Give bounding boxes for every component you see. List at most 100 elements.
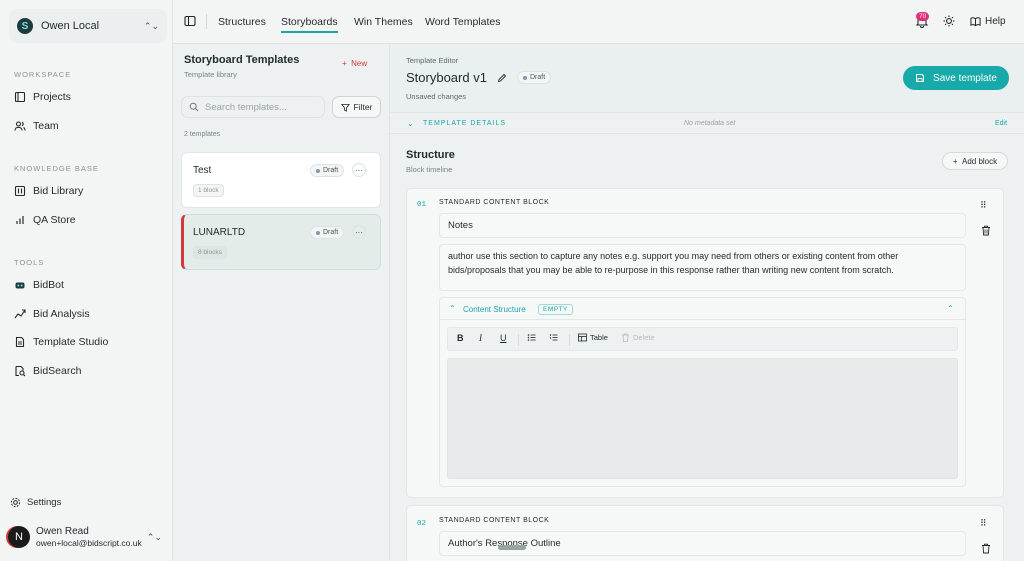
help-button[interactable]: Help [970,16,1006,27]
table-button[interactable]: Table [578,333,608,342]
section-label-knowledge-base: KNOWLEDGE BASE [14,164,99,173]
bullet-list-icon [527,334,536,341]
avatar: N [8,526,30,548]
block-title-field[interactable]: Notes [439,213,966,238]
sidebar-item-label: BidBot [33,279,64,291]
sidebar-item-bidbot[interactable]: BidBot [14,276,64,294]
add-block-button[interactable]: + Add block [942,152,1008,170]
trash-icon[interactable] [981,225,991,236]
rich-text-editor-area[interactable] [447,358,958,479]
filter-button[interactable]: Filter [332,96,381,118]
sidebar-item-bid-library[interactable]: Bid Library [14,182,83,200]
toolbar-divider [518,334,519,346]
search-input[interactable] [205,101,315,113]
drag-handle-icon[interactable]: ⠿ [980,518,988,528]
plus-icon: + [952,156,958,166]
trash-icon[interactable] [981,543,991,554]
notification-badge: 70 [916,12,930,21]
block-description-field[interactable]: author use this section to capture any n… [439,244,966,291]
users-icon [14,120,26,132]
drag-handle-icon[interactable]: ⠿ [980,200,988,210]
sidebar-item-label: Template Studio [33,336,109,348]
details-meta: No metadata set [684,120,736,127]
status-badge: Draft [517,71,552,84]
numbered-list-button[interactable] [549,333,561,342]
filter-icon [340,103,350,112]
block-count: 8 blocks [193,246,227,259]
delete-table-button[interactable]: Delete [621,333,655,342]
block-type: STANDARD CONTENT BLOCK [439,199,550,206]
sidebar: S Owen Local ⌃⌄ WORKSPACE Projects Team … [0,0,173,561]
filter-label: Filter [353,102,373,112]
block-title-field[interactable]: Author's Response Outline [439,531,966,556]
sidebar-item-label: Bid Analysis [33,308,90,320]
sidebar-item-label: Bid Library [33,185,84,197]
user-name: Owen Read [36,526,89,537]
more-icon[interactable]: ··· [352,163,366,177]
status-dot [316,168,320,173]
section-label-workspace: WORKSPACE [14,70,72,79]
panel-toggle-icon[interactable] [184,15,196,27]
settings-button[interactable]: Settings [10,497,61,508]
editor-header: Template Editor Storyboard v1 Draft Unsa… [390,44,1024,112]
save-label: Save template [933,72,997,84]
more-icon[interactable]: ··· [352,225,366,239]
user-menu[interactable]: N Owen Read owen+local@bidscript.co.uk ⌃… [8,522,166,552]
content-structure-header[interactable]: ⌃ Content Structure EMPTY ⌃ [440,298,965,320]
collapse-icon[interactable]: ⌃ [947,304,954,313]
template-name: LUNARLTD [193,227,246,238]
sidebar-item-bidsearch[interactable]: BidSearch [14,362,81,380]
save-icon [916,74,925,82]
tab-storyboards[interactable]: Storyboards [281,16,338,33]
sidebar-item-label: Team [33,120,59,132]
tab-win-themes[interactable]: Win Themes [354,16,413,28]
save-template-button[interactable]: Save template [903,66,1009,90]
template-details-toggle[interactable]: ⌄ TEMPLATE DETAILS No metadata set Edit [390,112,1024,134]
sun-icon[interactable] [943,15,955,27]
sidebar-item-label: Projects [33,91,71,103]
plus-icon: + [342,59,347,68]
tab-word-templates[interactable]: Word Templates [425,16,500,28]
new-template-button[interactable]: + New [342,59,367,68]
details-edit-link[interactable]: Edit [995,120,1007,127]
org-switcher[interactable]: S Owen Local ⌃⌄ [9,9,167,43]
sidebar-item-label: BidSearch [33,365,82,377]
search-box [181,96,325,118]
sidebar-item-team[interactable]: Team [14,117,59,135]
chevron-updown-icon: ⌃⌄ [146,531,162,542]
template-list-panel: Storyboard Templates Template library + … [173,44,390,561]
content-structure-label: Content Structure [463,305,526,314]
pencil-icon[interactable] [497,73,507,83]
section-label-tools: TOOLS [14,258,45,267]
user-email: owen+local@bidscript.co.uk [36,538,142,548]
status-badge: Draft [310,226,345,239]
table-icon [578,333,587,342]
template-card-lunarltd[interactable]: LUNARLTD Draft ··· 8 blocks [181,214,381,270]
library-icon [14,185,26,197]
help-label: Help [985,16,1006,27]
sidebar-item-qa-store[interactable]: QA Store [14,211,76,229]
chevron-updown-icon: ⌃⌄ [143,20,159,31]
bold-button[interactable]: B [457,333,464,343]
italic-button[interactable]: I [479,333,482,343]
settings-label: Settings [27,497,62,508]
template-count: 2 templates [184,131,221,138]
divider [206,14,207,29]
underline-button[interactable]: U [500,333,507,343]
file-icon [14,336,26,348]
tab-structures[interactable]: Structures [218,16,266,28]
toolbar-divider [569,334,570,346]
structure-subtitle: Block timeline [406,165,453,174]
template-card-test[interactable]: Test Draft ··· 1 block [181,152,381,208]
trend-icon [14,308,26,320]
user-info: Owen Read owen+local@bidscript.co.uk [36,526,147,548]
scroll-handle[interactable] [498,545,526,550]
top-bar: Structures Storyboards Win Themes Word T… [173,0,1024,44]
bullet-list-button[interactable] [527,333,539,342]
structure-title: Structure [406,149,455,161]
sidebar-item-bid-analysis[interactable]: Bid Analysis [14,305,90,323]
sidebar-item-template-studio[interactable]: Template Studio [14,333,108,351]
panel-subtitle: Template library [184,70,237,79]
sidebar-item-projects[interactable]: Projects [14,88,71,106]
numbered-list-icon [549,334,558,341]
